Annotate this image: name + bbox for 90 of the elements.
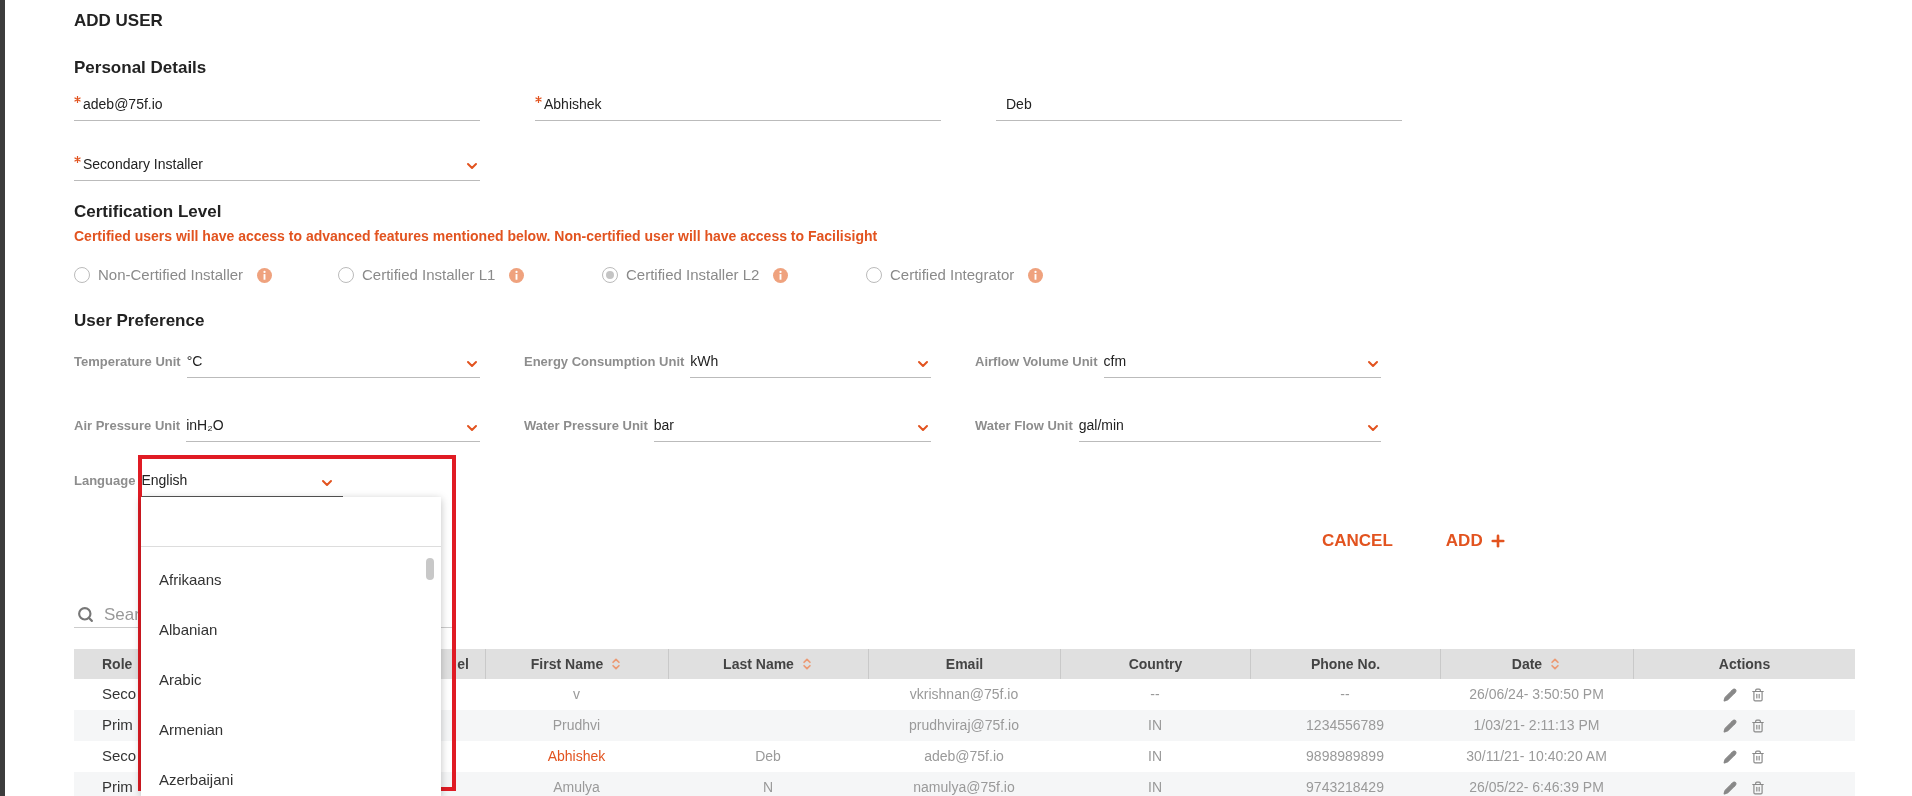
certification-note: Certified users will have access to advanced features mentioned below. Non-certified user will have access to Facilisight: [74, 227, 879, 246]
select-field[interactable]: bar: [653, 409, 931, 442]
required-asterisk-icon: [74, 156, 81, 163]
select-field[interactable]: gal/min: [1078, 409, 1381, 442]
select-field[interactable]: kWh: [690, 345, 931, 378]
section-heading: Certification Level: [74, 201, 223, 221]
section-heading: User Preference: [74, 309, 206, 330]
search-icon: [77, 605, 94, 623]
select-field[interactable]: cfm: [1103, 345, 1381, 378]
table-cell-text: Prim: [102, 777, 133, 796]
table-cell-text: IN: [1148, 778, 1162, 796]
field-value: Deb: [1005, 95, 1032, 114]
field-label: Language: [74, 472, 136, 490]
radio-label: Certified Installer L2: [626, 265, 760, 285]
language-select[interactable]: English: [141, 466, 344, 497]
input-field[interactable]: Deb: [996, 89, 1402, 121]
table-cell-text: 9898989899: [1306, 747, 1384, 766]
table-cell-text: Prudhvi: [552, 716, 601, 735]
edit-icon[interactable]: [1723, 780, 1737, 795]
language-option[interactable]: Albanian: [159, 618, 218, 642]
language-option[interactable]: Armenian: [159, 718, 224, 742]
radio-label: Certified Integrator: [890, 265, 1015, 285]
language-option[interactable]: Arabic: [159, 668, 202, 692]
table-cell-text: --: [1340, 685, 1350, 704]
info-icon: [509, 267, 525, 283]
table-cell-text: --: [1150, 685, 1160, 704]
column-header: Role: [102, 654, 133, 674]
table-cell-text: 1234556789: [1306, 716, 1384, 735]
column-header: Actions: [1718, 654, 1771, 674]
table-cell-text: vkrishnan@75f.io: [909, 685, 1019, 704]
table-cell-text: Amulya: [553, 778, 600, 796]
field-value: adeb@75f.io: [83, 95, 163, 114]
delete-icon[interactable]: [1751, 780, 1765, 795]
language-option[interactable]: Afrikaans: [159, 568, 222, 592]
table-cell-text: namulya@75f.io: [913, 778, 1015, 796]
scrollbar-thumb[interactable]: [426, 558, 434, 580]
required-asterisk-icon: [535, 96, 542, 103]
table-cell-text: 30/11/21- 10:40:20 AM: [1466, 747, 1607, 766]
table-cell-text: 9743218429: [1306, 778, 1384, 796]
radio-label: Certified Installer L1: [362, 265, 496, 285]
field-label: Air Pressure Unit: [74, 417, 181, 435]
table-cell-text: v: [573, 685, 580, 704]
column-header: Country: [1128, 654, 1183, 674]
field-label: Temperature Unit: [74, 353, 181, 371]
field-label: Airflow Volume Unit: [975, 353, 1098, 371]
column-header[interactable]: First Name: [530, 653, 624, 675]
select-field[interactable]: °C: [186, 345, 480, 378]
table-cell-text: Seco: [102, 684, 137, 705]
table-cell-text: Prim: [102, 715, 133, 736]
cancel-button[interactable]: CANCEL: [1322, 527, 1393, 554]
page-title: ADD USER: [74, 10, 164, 30]
delete-icon[interactable]: [1751, 687, 1765, 702]
table-cell-text: N: [762, 778, 774, 796]
table-cell-text: adeb@75f.io: [924, 747, 1004, 766]
edit-icon[interactable]: [1723, 718, 1737, 733]
field-value: Secondary Installer: [83, 155, 203, 174]
column-header: Email: [945, 654, 984, 674]
table-cell-text: prudhviraj@75f.io: [909, 716, 1019, 735]
column-header[interactable]: Last Name: [723, 653, 814, 675]
column-header: el: [457, 654, 469, 674]
column-header[interactable]: Date: [1511, 653, 1563, 675]
table-cell-text: IN: [1148, 747, 1162, 766]
table-cell-text: 26/06/24- 3:50:50 PM: [1469, 685, 1604, 704]
add-button[interactable]: ADD: [1445, 527, 1507, 554]
required-asterisk-icon: [74, 96, 81, 103]
info-icon: [1028, 267, 1044, 283]
table-cell-text: 26/05/22- 6:46:39 PM: [1469, 778, 1604, 796]
table-cell-text: Seco: [102, 746, 137, 767]
column-header: Phone No.: [1310, 654, 1381, 674]
input-field[interactable]: Abhishek: [535, 89, 941, 121]
input-field[interactable]: adeb@75f.io: [74, 89, 480, 121]
delete-icon[interactable]: [1751, 749, 1765, 764]
select-field[interactable]: Secondary Installer: [74, 149, 480, 181]
field-label: Water Pressure Unit: [524, 417, 648, 435]
language-option[interactable]: Azerbaijani: [159, 768, 234, 792]
table-cell-text: Abhishek: [547, 747, 606, 766]
field-label: Energy Consumption Unit: [524, 353, 685, 371]
table-cell-text: Deb: [755, 747, 781, 766]
edit-icon[interactable]: [1723, 749, 1737, 764]
radio-label: Non-Certified Installer: [98, 265, 244, 285]
field-value: Abhishek: [544, 95, 602, 114]
select-field[interactable]: inH₂O: [186, 409, 480, 442]
table-cell-text: IN: [1148, 716, 1162, 735]
edit-icon[interactable]: [1723, 687, 1737, 702]
info-icon: [257, 267, 273, 283]
section-heading: Personal Details: [74, 57, 208, 77]
delete-icon[interactable]: [1751, 718, 1765, 733]
field-label: Water Flow Unit: [975, 417, 1073, 435]
table-cell-text: 1/03/21- 2:11:13 PM: [1473, 716, 1600, 735]
info-icon: [773, 267, 789, 283]
